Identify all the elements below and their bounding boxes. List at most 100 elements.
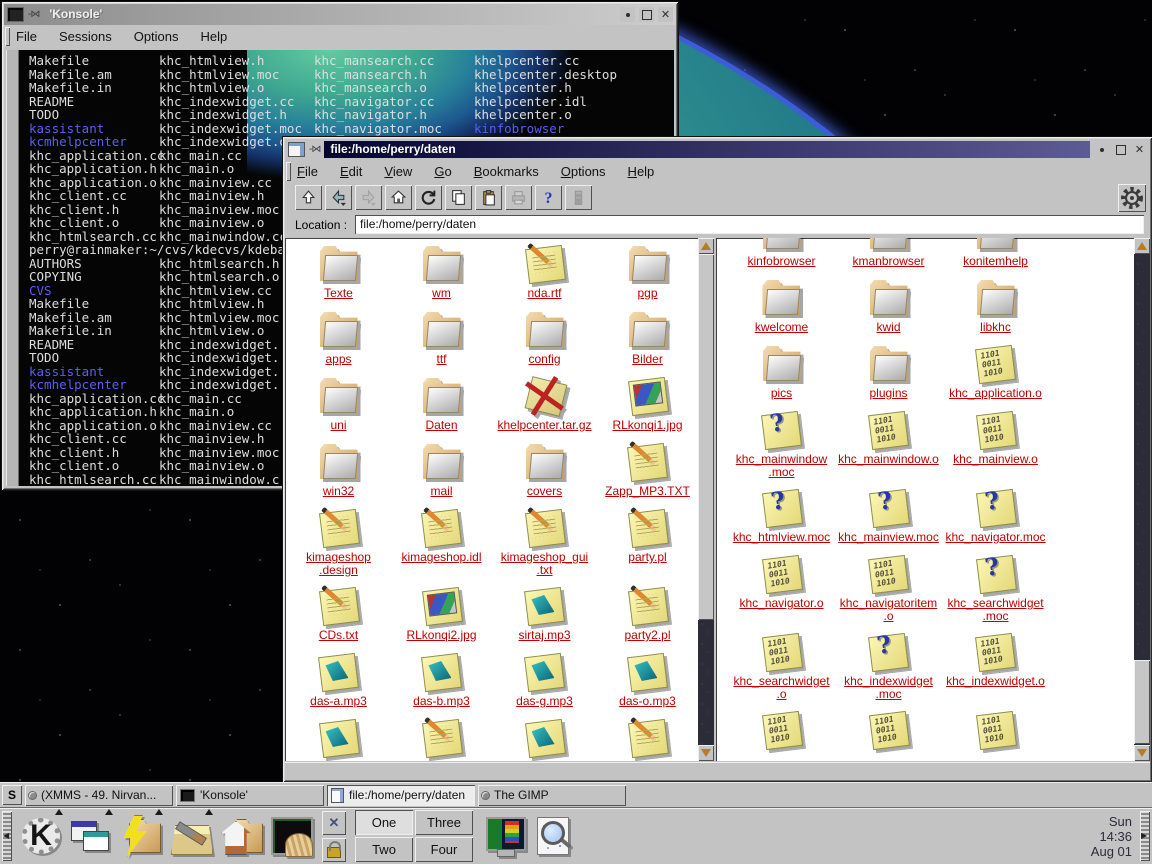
left-pane-scrollbar[interactable] — [698, 238, 714, 761]
file-item[interactable]: 1101 0011 1010khc_navigatoritem .o — [840, 554, 937, 623]
disk-navigator-button[interactable] — [116, 811, 166, 861]
scroll-up-button[interactable] — [1134, 238, 1150, 254]
file-item[interactable]: Texte — [317, 244, 361, 301]
file-item[interactable]: nda.rtf — [523, 244, 567, 301]
minimize-button[interactable] — [620, 7, 635, 22]
file-item[interactable]: plugins — [867, 344, 911, 401]
file-item[interactable]: RLkonqi1.jpg — [612, 376, 682, 433]
magnifier-button[interactable] — [530, 811, 580, 861]
menu-file[interactable]: File — [16, 29, 37, 44]
menu-edit[interactable]: Edit — [340, 164, 362, 179]
file-item[interactable] — [420, 718, 464, 761]
sticky-pin-icon[interactable]: -⋈ — [309, 144, 320, 155]
pager-desktop-one[interactable]: One — [355, 810, 413, 835]
file-item[interactable]: kinfobrowser — [747, 238, 815, 269]
kfm-window-icon[interactable] — [288, 142, 305, 157]
file-item[interactable] — [626, 718, 670, 761]
file-item[interactable]: kimageshop.idl — [401, 508, 481, 577]
menubar-grip[interactable] — [286, 162, 291, 181]
back-button[interactable] — [325, 185, 352, 210]
scroll-up-button[interactable] — [698, 238, 714, 254]
copy-button[interactable] — [445, 185, 472, 210]
file-item[interactable]: 1101 0011 1010khc_application.o — [949, 344, 1042, 401]
scrollbar-thumb[interactable] — [698, 254, 714, 620]
file-item[interactable]: Bilder — [626, 310, 670, 367]
location-input[interactable]: file:/home/perry/daten — [355, 215, 1144, 234]
k-menu-button[interactable]: K — [16, 811, 66, 861]
up-button[interactable] — [295, 185, 322, 210]
file-item[interactable]: 1101 0011 1010khc_searchwidget .o — [733, 632, 829, 701]
scroll-down-button[interactable] — [1134, 745, 1150, 761]
file-item[interactable]: RLkonqi2.jpg — [406, 586, 476, 643]
pager-desktop-two[interactable]: Two — [355, 837, 413, 862]
file-item[interactable]: ?khc_mainwindow .moc — [736, 410, 827, 479]
file-item[interactable]: ?khc_mainview.moc — [838, 488, 939, 545]
file-item[interactable]: kwid — [867, 278, 911, 335]
file-item[interactable]: win32 — [317, 442, 361, 499]
file-item[interactable]: libkhc — [974, 278, 1018, 335]
file-item[interactable]: pgp — [626, 244, 670, 301]
file-item[interactable]: party2.pl — [624, 586, 670, 643]
maximize-button[interactable] — [639, 7, 654, 22]
file-item[interactable]: party.pl — [626, 508, 670, 577]
window-list-button[interactable] — [66, 811, 116, 861]
file-item[interactable]: pics — [760, 344, 804, 401]
file-item[interactable]: das-g.mp3 — [516, 652, 573, 709]
file-item[interactable]: konitemhelp — [963, 238, 1028, 269]
menu-help[interactable]: Help — [628, 164, 655, 179]
menu-file[interactable]: File — [297, 164, 318, 179]
task-button[interactable]: file:/home/perry/daten — [327, 785, 475, 806]
file-item[interactable]: 1101 0011 1010khc_mainwindow.o — [838, 410, 939, 479]
menu-options[interactable]: Options — [561, 164, 606, 179]
close-button[interactable]: ✕ — [1132, 142, 1147, 157]
display-button[interactable] — [480, 811, 530, 861]
task-button[interactable]: (XMMS - 49. Nirvan... — [25, 785, 173, 806]
right-pane-scrollbar[interactable] — [1134, 238, 1150, 761]
terminal-scrollbar[interactable] — [6, 50, 19, 486]
task-button[interactable]: The GIMP — [478, 785, 626, 806]
menubar-grip[interactable] — [5, 27, 10, 46]
file-item[interactable]: ?khc_htmlview.moc — [733, 488, 830, 545]
file-item[interactable] — [523, 718, 567, 761]
file-item[interactable]: kwelcome — [755, 278, 808, 335]
home-button[interactable] — [216, 811, 266, 861]
file-item[interactable]: mail — [420, 442, 464, 499]
menu-help[interactable]: Help — [201, 29, 228, 44]
sticky-pin-icon[interactable]: -⋈ — [28, 9, 39, 20]
file-item[interactable]: ?khc_navigator.moc — [945, 488, 1045, 545]
paste-button[interactable] — [475, 185, 502, 210]
file-item[interactable]: das-o.mp3 — [619, 652, 676, 709]
file-item[interactable]: covers — [523, 442, 567, 499]
file-item[interactable]: ?khc_searchwidget .moc — [947, 554, 1043, 623]
file-item[interactable]: config — [523, 310, 567, 367]
toolbox-button[interactable] — [166, 811, 216, 861]
filemanager-titlebar[interactable]: -⋈ file:/home/perry/daten ✕ — [285, 139, 1150, 160]
konsole-titlebar[interactable]: -⋈ 'Konsole' ✕ — [4, 4, 676, 25]
minimize-button[interactable] — [1094, 142, 1109, 157]
file-item[interactable]: kimageshop .design — [306, 508, 371, 577]
file-item[interactable]: das-a.mp3 — [310, 652, 367, 709]
right-pane[interactable]: kinfobrowserkmanbrowserkonitemhelpkwelco… — [716, 238, 1150, 761]
close-button[interactable]: ✕ — [658, 7, 673, 22]
file-item[interactable] — [317, 718, 361, 761]
file-item[interactable]: kimageshop_gui .txt — [501, 508, 588, 577]
help-button[interactable]: ? — [535, 185, 562, 210]
panel-hide-handle-right[interactable]: ▶ — [1140, 811, 1150, 861]
file-item[interactable]: sirtaj.mp3 — [518, 586, 570, 643]
file-item[interactable]: 1101 0011 1010khc_navigator.o — [739, 554, 823, 623]
taskbar-s-button[interactable]: S — [2, 785, 22, 805]
file-item[interactable]: 1101 0011 1010 — [974, 710, 1018, 761]
file-item[interactable]: 1101 0011 1010khc_mainview.o — [953, 410, 1038, 479]
logout-button[interactable]: ✕ — [322, 811, 346, 835]
file-item[interactable]: wm — [420, 244, 464, 301]
file-item[interactable]: CDs.txt — [317, 586, 361, 643]
file-item[interactable]: 1101 0011 1010 — [760, 710, 804, 761]
scrollbar-thumb[interactable] — [1134, 660, 1150, 744]
file-item[interactable]: Zapp_MP3.TXT — [605, 442, 690, 499]
file-item[interactable]: apps — [317, 310, 361, 367]
menu-sessions[interactable]: Sessions — [59, 29, 112, 44]
konsole-launcher-button[interactable] — [266, 811, 316, 861]
pager-desktop-four[interactable]: Four — [415, 837, 473, 862]
file-item[interactable]: uni — [317, 376, 361, 433]
pager-desktop-three[interactable]: Three — [415, 810, 473, 835]
